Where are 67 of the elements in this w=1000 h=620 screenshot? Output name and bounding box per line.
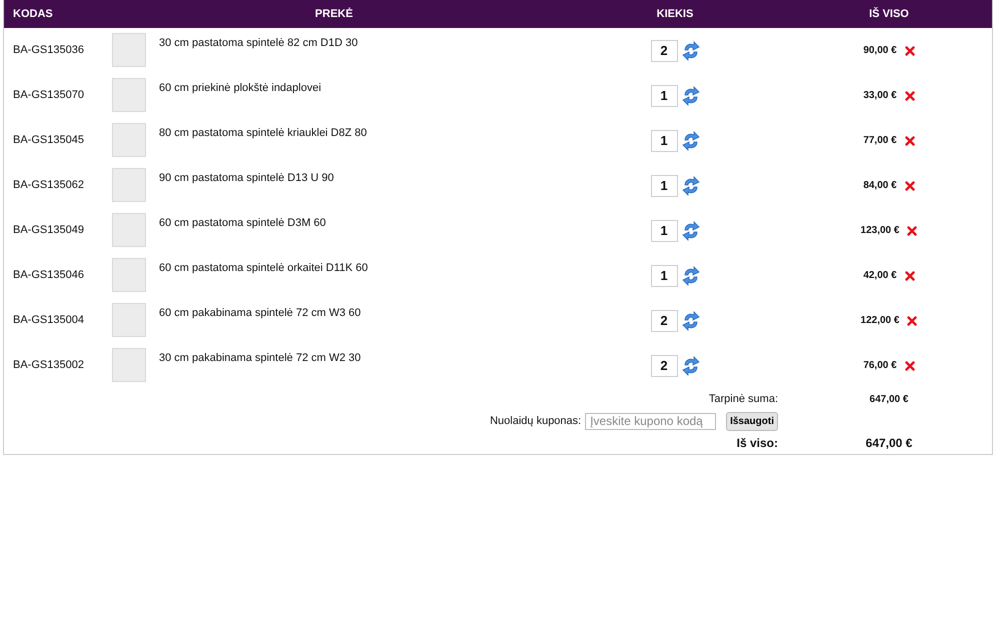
delete-icon[interactable] [904,270,915,281]
refresh-icon[interactable] [682,86,700,106]
subtotal-value: 647,00 € [870,394,908,405]
quantity-field[interactable]: 1 [650,264,678,286]
delete-icon[interactable] [904,90,915,101]
refresh-icon[interactable] [682,356,700,376]
product-name[interactable]: 30 cm pakabinama spintelė 72 cm W2 30 [159,352,361,364]
product-name[interactable]: 60 cm pastatoma spintelė orkaitei D11K 60 [159,262,368,274]
quantity-field[interactable]: 1 [650,130,678,152]
delete-icon[interactable] [904,360,915,371]
photo-placeholder [112,258,146,292]
product-code: BA-GS135046 [13,269,84,282]
subtotal-label: Tarpinė suma: [708,392,778,405]
column-header: PREKĖ [315,8,353,20]
product-name[interactable]: 80 cm pastatoma spintelė kriauklei D8Z 80 [159,127,367,139]
refresh-icon[interactable] [682,40,700,60]
coupon-label: Nuolaidų kuponas: [490,414,582,429]
product-name[interactable]: 60 cm priekinė plokštė indaplovei [159,82,322,94]
refresh-icon[interactable] [682,130,700,150]
delete-icon[interactable] [904,180,915,191]
line-total: 76,00 € [863,359,897,374]
photo-placeholder [112,213,146,247]
line-total: 84,00 € [863,179,897,194]
quantity-field[interactable]: 1 [650,174,678,196]
quantity-field[interactable]: 1 [650,84,678,106]
product-code: BA-GS135004 [13,314,84,326]
product-code: BA-GS135070 [13,89,84,102]
product-name[interactable]: 60 cm pastatoma spintelė D3M 60 [159,217,326,229]
line-total: 123,00 € [860,224,900,238]
delete-icon[interactable] [904,46,915,56]
quantity-field[interactable]: 1 [650,220,678,242]
line-total: 42,00 € [863,269,897,284]
line-total: 90,00 € [863,44,897,58]
delete-icon[interactable] [904,136,915,146]
total-label: Iš viso: [736,436,778,450]
delete-icon[interactable] [907,226,918,236]
line-total: 77,00 € [863,134,897,148]
photo-placeholder [112,348,146,382]
refresh-icon[interactable] [682,220,700,240]
line-total: 122,00 € [860,314,900,328]
line-total: 33,00 € [863,89,897,104]
product-code: BA-GS135062 [13,179,84,192]
total-value: 647,00 € [866,436,912,450]
photo-placeholder [112,78,146,112]
product-code: BA-GS135049 [13,224,84,236]
product-code: BA-GS135045 [13,134,84,146]
refresh-icon[interactable] [682,310,700,330]
product-name[interactable]: 30 cm pastatoma spintelė 82 cm D1D 30 [159,37,358,49]
coupon-input-field[interactable]: Įveskite kupono kodą [585,412,716,430]
column-header: IŠ VISO [869,8,909,20]
refresh-icon[interactable] [682,176,700,196]
quantity-field[interactable]: 2 [650,310,678,332]
column-header: KODAS [13,8,53,20]
product-name[interactable]: 60 cm pakabinama spintelė 72 cm W3 60 [159,307,361,319]
photo-placeholder [112,168,146,202]
photo-placeholder [112,123,146,157]
product-code: BA-GS135002 [13,359,84,372]
delete-icon[interactable] [907,316,918,326]
photo-placeholder [112,33,146,67]
column-header: KIEKIS [656,8,694,20]
product-name[interactable]: 90 cm pastatoma spintelė D13 U 90 [159,172,334,184]
photo-placeholder [112,303,146,337]
refresh-icon[interactable] [682,266,700,286]
save-button[interactable]: Išsaugoti [726,412,778,430]
quantity-field[interactable]: 2 [650,40,678,62]
product-code: BA-GS135036 [13,44,84,56]
quantity-field[interactable]: 2 [650,354,678,376]
